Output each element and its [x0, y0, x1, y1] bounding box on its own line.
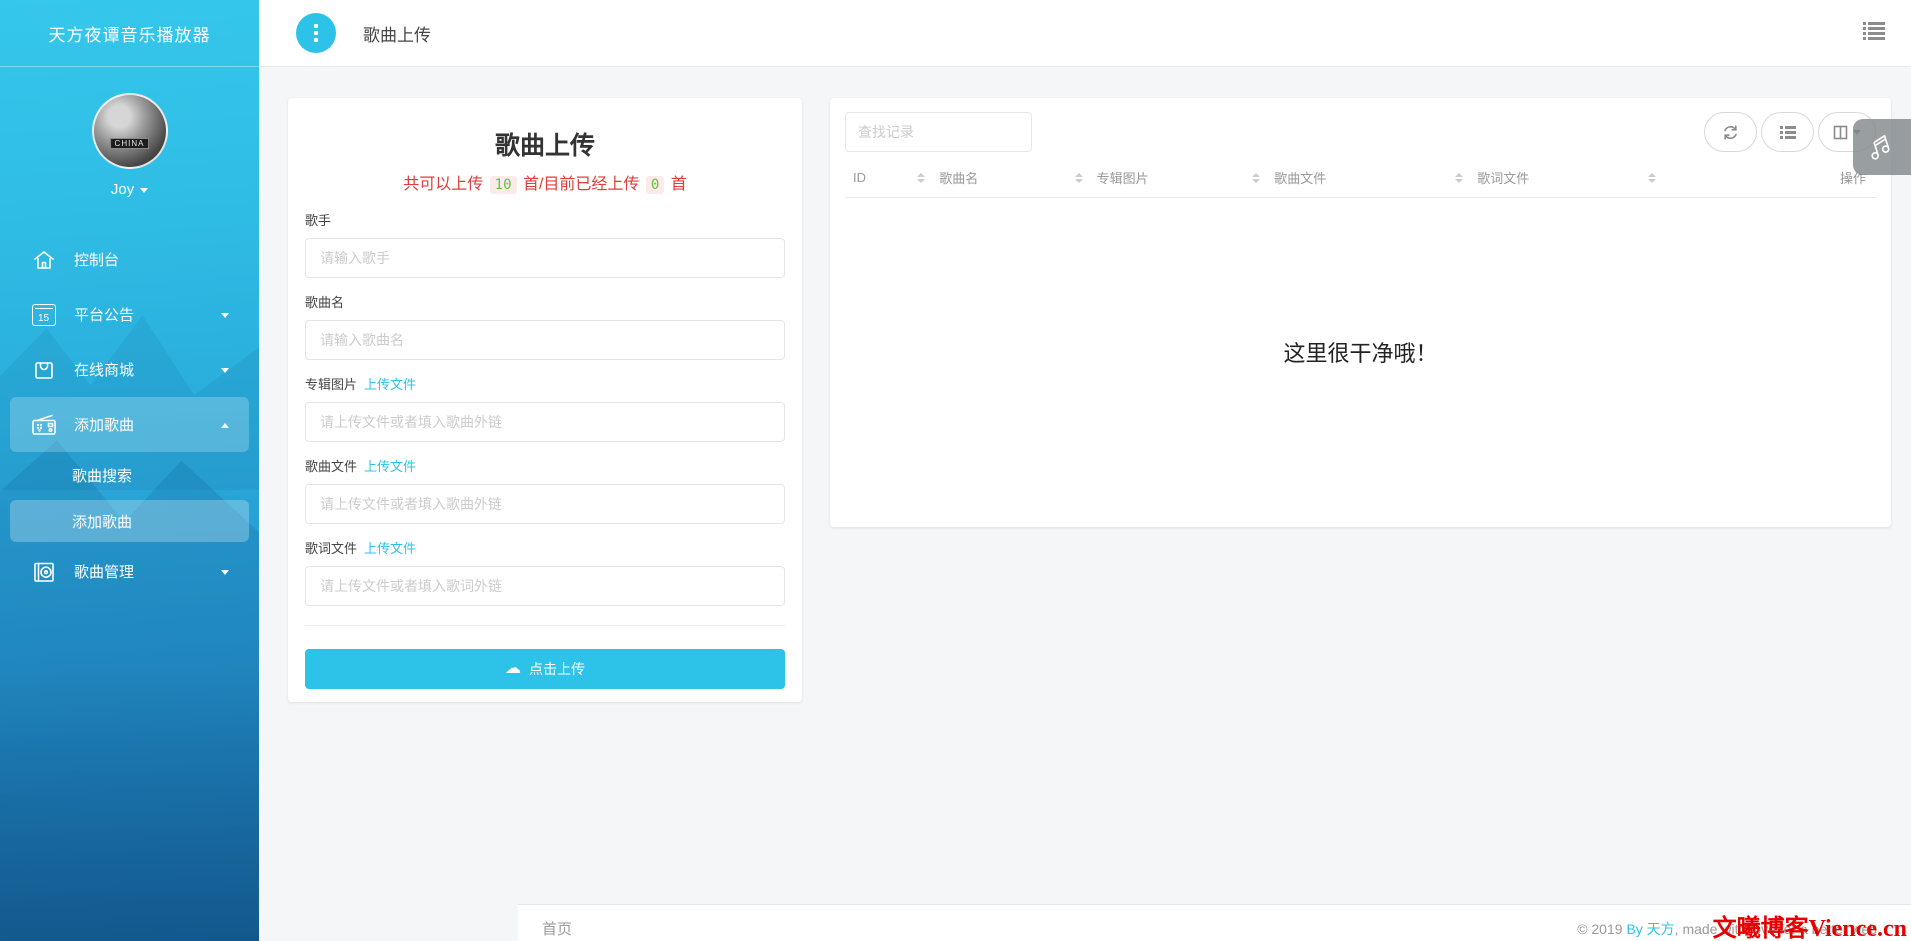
- music-player-widget[interactable]: [1853, 119, 1911, 175]
- footer-watermark: 文曦博客Vience.cn: [1713, 908, 1907, 941]
- chevron-down-icon: [221, 313, 229, 318]
- toggle-view-button[interactable]: [1761, 112, 1814, 152]
- field-song-file: 歌曲文件上传文件: [305, 456, 785, 524]
- app-title: 天方夜谭音乐播放器: [0, 0, 259, 67]
- sidebar-subitem-label: 歌曲搜索: [72, 465, 132, 486]
- sort-icon: [917, 173, 925, 183]
- list-view-icon: [1780, 125, 1796, 139]
- sidebar: 天方夜谭音乐播放器 CHINA Joy 控制台 15 平台公告 在线商城: [0, 0, 259, 941]
- sidebar-subitem-add-song[interactable]: 添加歌曲: [10, 500, 249, 542]
- sidebar-item-label: 歌曲管理: [74, 561, 134, 582]
- sidebar-item-dashboard[interactable]: 控制台: [0, 232, 259, 287]
- sidebar-item-song-management[interactable]: 歌曲管理: [0, 544, 259, 599]
- sidebar-item-add-song[interactable]: 添加歌曲: [10, 397, 249, 452]
- radio-icon: [30, 413, 57, 437]
- cloud-upload-icon: ☁: [505, 661, 521, 677]
- column-header-lyric-file[interactable]: 歌词文件: [1477, 168, 1670, 187]
- field-label: 歌曲文件上传文件: [305, 456, 785, 475]
- refresh-icon: [1722, 124, 1739, 141]
- footer-author-link[interactable]: By 天方: [1626, 921, 1674, 937]
- disc-icon: [30, 560, 57, 584]
- column-header-album-image[interactable]: 专辑图片: [1097, 168, 1275, 187]
- main-area: 歌曲上传 歌曲上传 共可以上传 10 首/目前已经上传 0 首 歌手 歌曲名: [259, 0, 1911, 941]
- lyric-file-input[interactable]: [305, 566, 785, 606]
- column-header-song-name[interactable]: 歌曲名: [939, 168, 1096, 187]
- field-label: 专辑图片上传文件: [305, 374, 785, 393]
- field-lyric-file: 歌词文件上传文件: [305, 538, 785, 606]
- field-album-image: 专辑图片上传文件: [305, 374, 785, 442]
- sort-icon: [1455, 173, 1463, 183]
- columns-icon: [1833, 125, 1848, 140]
- footer-home-link[interactable]: 首页: [542, 918, 572, 939]
- upload-file-link[interactable]: 上传文件: [364, 377, 416, 392]
- top-header: 歌曲上传: [259, 0, 1911, 67]
- upload-file-link[interactable]: 上传文件: [364, 541, 416, 556]
- field-song-name: 歌曲名: [305, 292, 785, 360]
- sidebar-item-announcements[interactable]: 15 平台公告: [0, 287, 259, 342]
- avatar-caption: CHINA: [110, 138, 150, 149]
- song-file-input[interactable]: [305, 484, 785, 524]
- column-header-id[interactable]: ID: [853, 170, 939, 185]
- field-label: 歌词文件上传文件: [305, 538, 785, 557]
- quota-total: 10: [490, 176, 517, 194]
- search-input[interactable]: [845, 112, 1032, 152]
- sidebar-subitem-song-search[interactable]: 歌曲搜索: [0, 452, 259, 498]
- empty-state-text: 这里很干净哦！: [845, 198, 1876, 506]
- column-header-song-file[interactable]: 歌曲文件: [1274, 168, 1477, 187]
- home-icon: [30, 248, 57, 272]
- music-note-icon: [1861, 128, 1899, 166]
- chevron-down-icon: [221, 368, 229, 373]
- quota-used: 0: [646, 176, 664, 194]
- sort-icon: [1075, 173, 1083, 183]
- sidebar-item-label: 在线商城: [74, 359, 134, 380]
- album-image-input[interactable]: [305, 402, 785, 442]
- sidebar-item-label: 控制台: [74, 249, 119, 270]
- sidebar-item-store[interactable]: 在线商城: [0, 342, 259, 397]
- field-label: 歌手: [305, 210, 785, 229]
- sidebar-subitem-label: 添加歌曲: [72, 511, 132, 532]
- sidebar-item-label: 添加歌曲: [74, 414, 134, 435]
- column-header-actions: 操作: [1670, 168, 1868, 187]
- submit-upload-label: 点击上传: [529, 659, 585, 679]
- table-toolbar: [845, 112, 1876, 152]
- avatar[interactable]: CHINA: [92, 93, 168, 169]
- divider: [305, 625, 785, 626]
- sort-icon: [1252, 173, 1260, 183]
- chevron-down-icon: [140, 188, 148, 193]
- sidebar-item-label: 平台公告: [74, 304, 134, 325]
- records-table-card: ID 歌曲名 专辑图片 歌曲文件 歌词文件: [830, 98, 1891, 527]
- content: 歌曲上传 共可以上传 10 首/目前已经上传 0 首 歌手 歌曲名 专辑图片上传…: [259, 67, 1911, 702]
- sort-icon: [1648, 173, 1656, 183]
- calendar-day: 15: [32, 304, 56, 326]
- info-dots-button[interactable]: [296, 13, 336, 53]
- page-title: 歌曲上传: [363, 21, 431, 46]
- artist-input[interactable]: [305, 238, 785, 278]
- shop-bag-icon: [30, 358, 57, 382]
- username[interactable]: Joy: [0, 181, 259, 198]
- footer: 首页 © 2019 By 天方, made with love for a be…: [518, 904, 1911, 941]
- sidebar-bg-rocks: [0, 661, 259, 941]
- calendar-icon: 15: [30, 303, 57, 327]
- song-name-input[interactable]: [305, 320, 785, 360]
- quota-note: 共可以上传 10 首/目前已经上传 0 首: [305, 170, 785, 194]
- submit-upload-button[interactable]: ☁ 点击上传: [305, 649, 785, 689]
- sidebar-menu: 控制台 15 平台公告 在线商城 添加歌曲 歌曲搜索: [0, 232, 259, 599]
- toolbar-buttons: [1704, 112, 1876, 152]
- upload-file-link[interactable]: 上传文件: [364, 459, 416, 474]
- table-header: ID 歌曲名 专辑图片 歌曲文件 歌词文件: [845, 158, 1876, 198]
- chevron-up-icon: [221, 423, 229, 428]
- refresh-button[interactable]: [1704, 112, 1757, 152]
- sidebar-submenu: 歌曲搜索 添加歌曲: [0, 452, 259, 542]
- field-artist: 歌手: [305, 210, 785, 278]
- list-menu-icon[interactable]: [1861, 20, 1887, 47]
- user-menu[interactable]: CHINA Joy: [0, 67, 259, 208]
- form-title: 歌曲上传: [305, 126, 785, 162]
- upload-form-card: 歌曲上传 共可以上传 10 首/目前已经上传 0 首 歌手 歌曲名 专辑图片上传…: [288, 98, 802, 702]
- field-label: 歌曲名: [305, 292, 785, 311]
- chevron-down-icon: [221, 570, 229, 575]
